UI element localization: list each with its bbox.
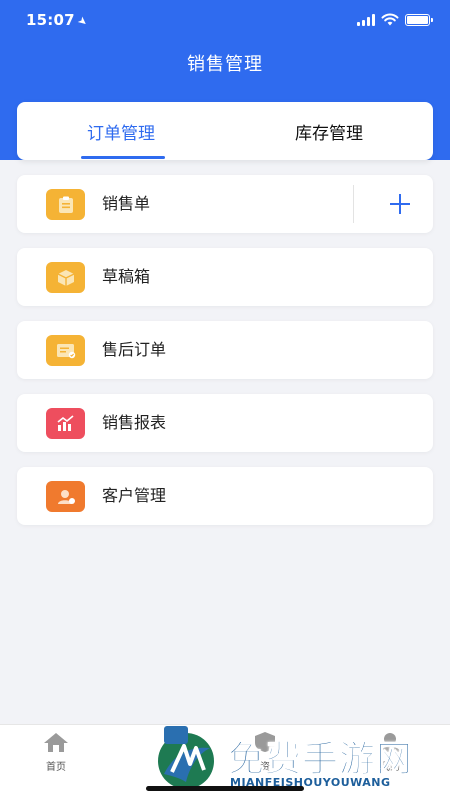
location-arrow-icon: ➤ [74, 13, 91, 30]
bottom-nav-home[interactable]: 首页 [16, 731, 96, 773]
status-bar: 15:07➤ [0, 0, 450, 44]
tab-label: 库存管理 [295, 123, 363, 144]
add-sales-order-button[interactable] [367, 175, 433, 233]
tab-inventory-management[interactable]: 库存管理 [225, 102, 433, 160]
watermark-text: 免费手游网 [227, 739, 414, 781]
box-icon [46, 262, 85, 293]
divider [353, 185, 354, 223]
tab-label: 订单管理 [87, 123, 155, 144]
menu-item-sales-order[interactable]: 销售单 [17, 175, 433, 233]
menu-item-label: 客户管理 [102, 486, 167, 505]
status-time-text: 15:07 [26, 11, 75, 29]
menu-item-after-sales-orders[interactable]: 售后订单 [17, 321, 433, 379]
menu-item-label: 草稿箱 [102, 267, 151, 286]
tab-bar: 订单管理 库存管理 [17, 102, 433, 160]
menu-item-label: 售后订单 [102, 340, 167, 359]
menu-item-label: 销售报表 [102, 413, 167, 432]
customer-icon [46, 481, 85, 512]
active-tab-indicator [81, 156, 165, 159]
menu-item-drafts[interactable]: 草稿箱 [17, 248, 433, 306]
menu-item-customer-management[interactable]: 客户管理 [17, 467, 433, 525]
clipboard-icon [46, 189, 85, 220]
tab-order-management[interactable]: 订单管理 [17, 102, 225, 160]
status-time: 15:07➤ [26, 11, 90, 30]
home-icon [44, 733, 68, 752]
receipt-icon [46, 335, 85, 366]
menu-item-sales-report[interactable]: 销售报表 [17, 394, 433, 452]
wifi-icon [381, 13, 399, 26]
cellular-signal-icon [357, 13, 375, 26]
plus-icon [390, 194, 410, 214]
chart-icon [46, 408, 85, 439]
battery-icon [405, 13, 433, 26]
nav-label: 首页 [46, 762, 66, 773]
menu-item-label: 销售单 [102, 194, 151, 213]
page-title: 销售管理 [187, 54, 263, 75]
status-icons [357, 13, 433, 26]
home-indicator [146, 786, 304, 791]
